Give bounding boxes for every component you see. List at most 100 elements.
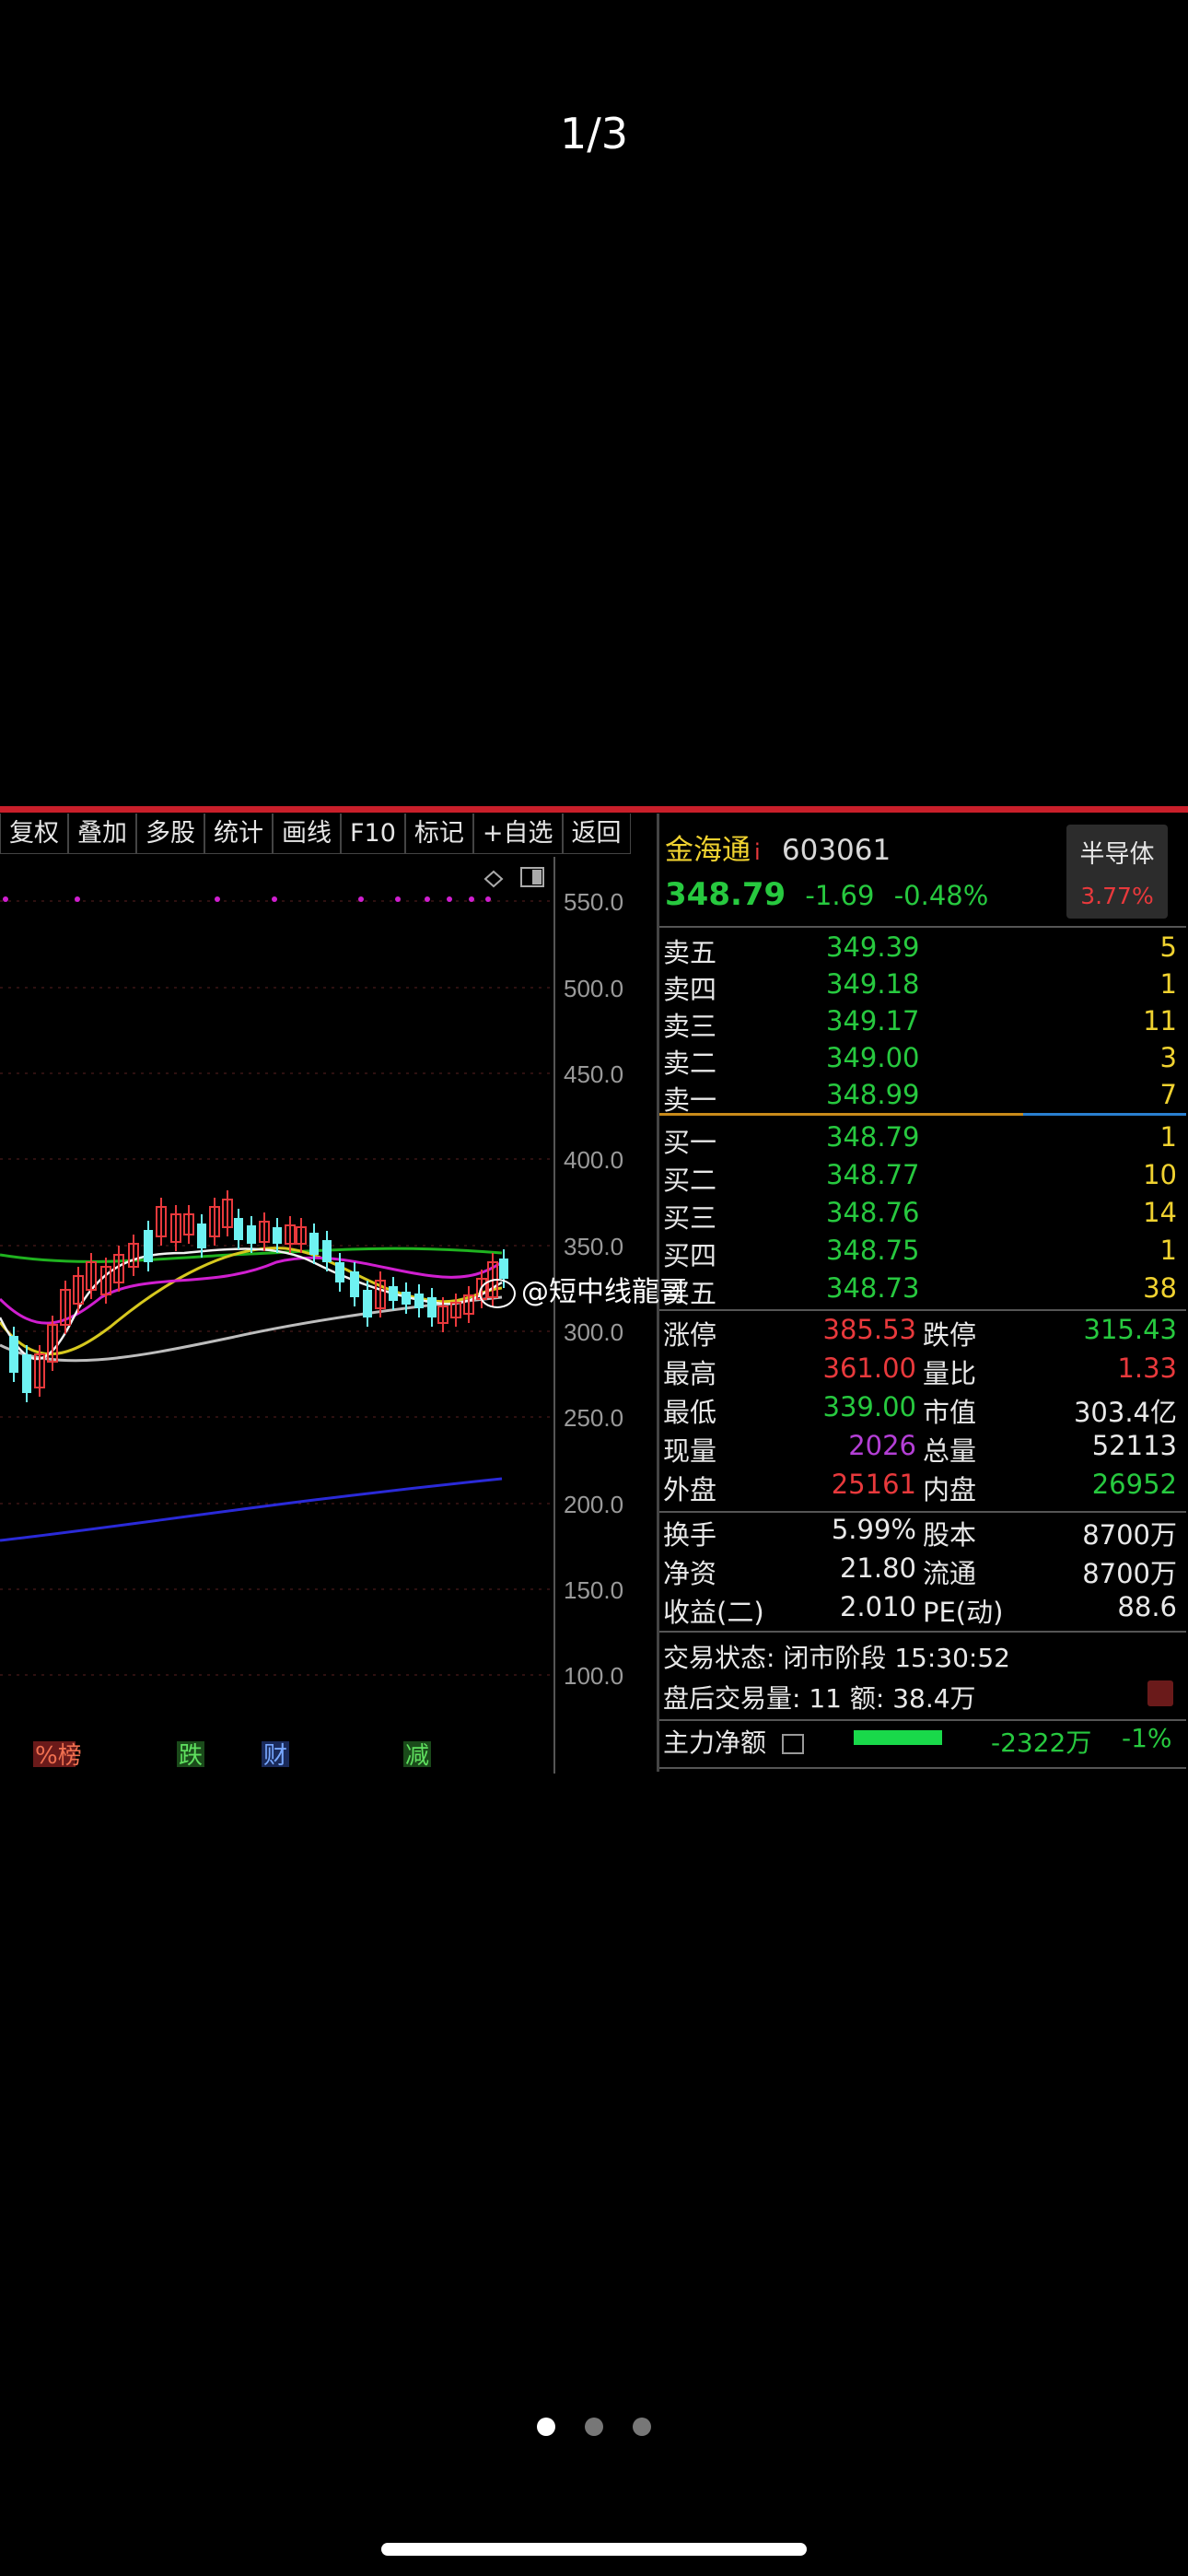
page-dot[interactable] [633,2418,651,2436]
y-tick-label: 100.0 [564,1662,623,1690]
marker-label[interactable]: 财 [263,1742,287,1770]
stat-value: 88.6 [1117,1591,1177,1622]
book-level-volume: 14 [1143,1197,1177,1228]
book-level-price: 349.17 [826,1005,920,1036]
stat-label: 最低 [663,1397,717,1428]
toolbar-back-button[interactable]: 返回 [562,814,631,854]
book-level-label: 买一 [663,1127,717,1158]
ma-gray-line [0,1295,503,1363]
divider [659,1767,1186,1769]
stat-value: 303.4亿 [1073,1397,1177,1428]
candle-body [427,1297,437,1317]
ma-blue-line [0,1477,503,1542]
stat-label: 外盘 [663,1474,717,1505]
menu-icon[interactable] [781,1734,804,1754]
book-level-label: 卖一 [663,1084,717,1116]
y-tick-label: 200.0 [564,1491,623,1518]
book-level-volume: 1 [1159,1121,1177,1153]
book-level-price: 348.75 [826,1235,920,1266]
stock-name-suffix: i [754,839,761,865]
divider [659,1511,1186,1513]
stat-label: 涨停 [663,1319,717,1351]
book-level-volume: 10 [1143,1159,1177,1190]
marker-label[interactable]: 减 [405,1742,429,1770]
stat-value: 52113 [1091,1430,1177,1461]
stat-label: 股本 [923,1519,977,1551]
book-level-volume: 7 [1159,1079,1177,1110]
book-level-price: 348.77 [826,1159,920,1190]
home-indicator[interactable] [381,2543,807,2556]
book-split-line-blue [1023,1113,1186,1116]
main-net-pct: -1% [1122,1723,1172,1753]
y-tick-label: 550.0 [564,888,623,916]
price-line: 348.79 -1.69 -0.48% [665,876,988,913]
sector-badge[interactable]: 半导体 3.77% [1066,825,1168,919]
book-level-label: 买二 [663,1165,717,1196]
stat-value: 26952 [1091,1469,1177,1500]
book-level-label: 卖四 [663,974,717,1005]
y-tick-label: 250.0 [564,1404,623,1432]
book-level-volume: 1 [1159,968,1177,1000]
toolbar-fuquan-button[interactable]: 复权 [0,814,68,854]
book-level-price: 348.79 [826,1121,920,1153]
weibo-watermark: @短中线龍哥 [479,1269,687,1309]
y-tick-label: 450.0 [564,1060,623,1088]
stat-label: 市值 [923,1397,977,1428]
candle-body [22,1354,31,1393]
stat-value: 385.53 [822,1314,916,1345]
stat-value: 1.33 [1117,1352,1177,1384]
stat-label: 内盘 [923,1474,977,1505]
book-level-volume: 11 [1143,1005,1177,1036]
candle-group [9,1190,508,1402]
stat-label: 现量 [663,1435,717,1467]
stat-value: 2.010 [839,1591,916,1622]
main-net-label: 主力净额 [663,1723,804,1760]
candle-body [309,1233,319,1255]
stat-value: 339.00 [822,1391,916,1423]
y-tick-label: 350.0 [564,1233,623,1260]
book-level-price: 349.00 [826,1042,920,1073]
stat-label: 收益(二) [663,1597,764,1628]
toolbar-f10-button[interactable]: F10 [341,814,405,854]
book-level-label: 卖五 [663,937,717,968]
diamond-icon[interactable] [483,870,504,888]
signal-dots [3,896,491,902]
candle-body [322,1240,332,1262]
divider [659,926,1186,928]
weibo-icon [479,1278,516,1308]
page-dot[interactable] [585,2418,603,2436]
stat-value: 8700万 [1082,1558,1177,1589]
book-level-label: 卖二 [663,1048,717,1079]
stat-value: 2026 [848,1430,916,1461]
toolbar-stats-button[interactable]: 统计 [204,814,273,854]
toolbar-overlay-button[interactable]: 叠加 [68,814,136,854]
stat-label: 跌停 [923,1319,977,1351]
book-level-label: 卖三 [663,1011,717,1042]
toolbar-mark-button[interactable]: 标记 [404,814,473,854]
stat-label: 净资 [663,1558,717,1589]
page-dot-active[interactable] [537,2418,555,2436]
stat-value: 5.99% [831,1514,916,1545]
candle-body [234,1218,243,1240]
marker-label[interactable]: %榜 [35,1742,82,1770]
stat-label: 最高 [663,1358,717,1389]
panel-toggle-icon[interactable] [520,867,544,887]
toolbar-draw-button[interactable]: 画线 [273,814,341,854]
book-level-volume: 5 [1159,931,1177,963]
stat-label: 总量 [923,1435,977,1467]
candle-body [197,1224,206,1248]
book-level-volume: 1 [1159,1235,1177,1266]
after-hours-icon[interactable] [1147,1680,1173,1706]
sector-name: 半导体 [1079,840,1155,869]
stock-header[interactable]: 金海通 i 603061 [665,826,891,868]
candlestick-chart[interactable]: 550.0 500.0 450.0 400.0 350.0 300.0 250.… [0,857,658,1774]
y-tick-label: 150.0 [564,1576,623,1604]
main-net-value: -2322万 [991,1727,1092,1758]
book-level-volume: 38 [1143,1272,1177,1304]
marker-label[interactable]: 跌 [179,1742,203,1770]
toolbar-add-watchlist-button[interactable]: +自选 [472,814,563,854]
stat-label: 换手 [663,1519,717,1551]
toolbar-multi-stock-button[interactable]: 多股 [136,814,204,854]
candle-body [273,1227,282,1244]
book-level-price: 348.99 [826,1079,920,1110]
